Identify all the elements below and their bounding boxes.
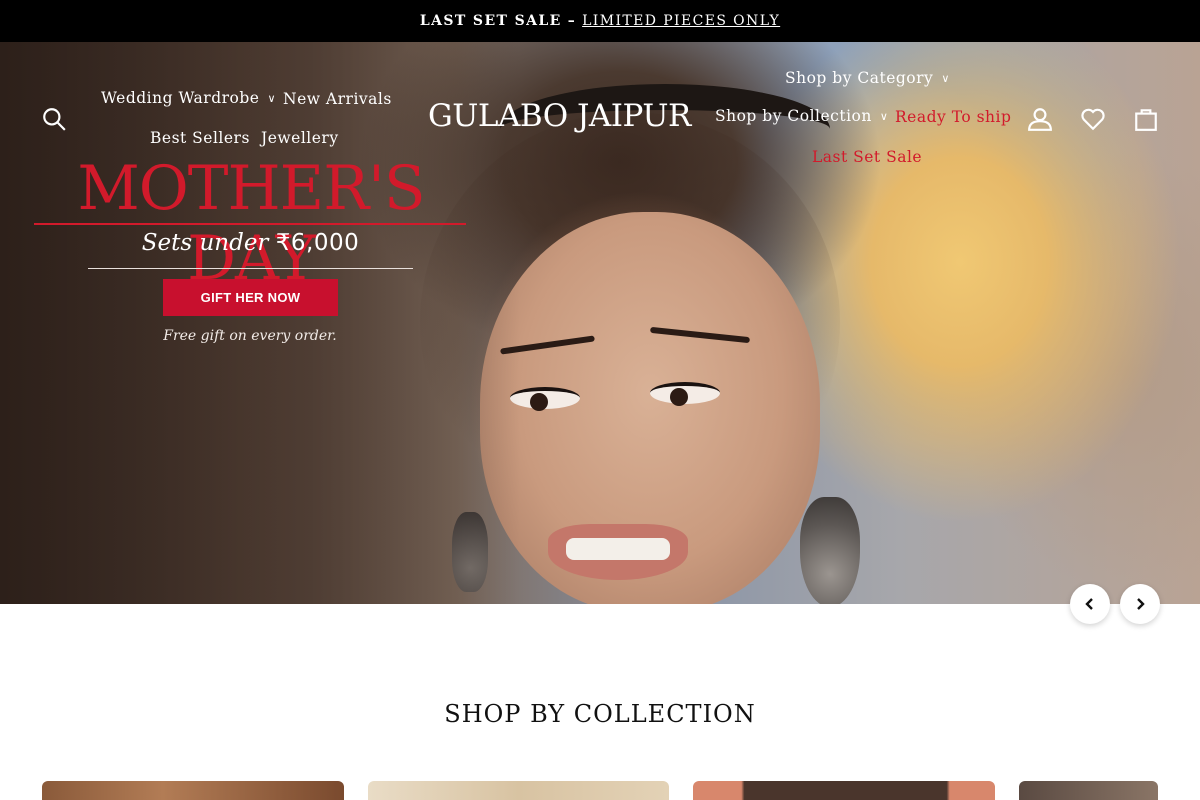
carousel-prev-button[interactable] [1070, 584, 1110, 624]
hero-subtitle-underline [88, 268, 413, 269]
collection-card[interactable] [368, 781, 669, 800]
nav-label: Jewellery [261, 129, 339, 147]
collection-card[interactable] [693, 781, 995, 800]
hero-title-underline [34, 223, 466, 225]
nav-shop-by-collection[interactable]: Shop by Collection ∨ [715, 107, 888, 125]
cart-bag-icon[interactable] [1131, 104, 1161, 134]
hero-eye [650, 382, 720, 406]
nav-label: Ready To ship [895, 108, 1012, 126]
nav-best-sellers[interactable]: Best Sellers [150, 129, 250, 147]
nav-label: Best Sellers [150, 129, 250, 147]
nav-shop-by-category[interactable]: Shop by Category ∨ [785, 69, 950, 87]
nav-label: Shop by Collection [715, 107, 872, 125]
nav-new-arrivals[interactable]: New Arrivals [283, 90, 392, 108]
nav-ready-to-ship[interactable]: Ready To ship [895, 108, 1011, 126]
account-icon[interactable] [1025, 104, 1055, 134]
nav-wedding-wardrobe[interactable]: Wedding Wardrobe ∨ [101, 89, 276, 107]
nav-last-set-sale[interactable]: Last Set Sale [812, 148, 922, 166]
nav-label: Shop by Category [785, 69, 934, 87]
collection-card[interactable] [1019, 781, 1158, 800]
announcement-bar: LAST SET SALE – LIMITED PIECES ONLY [0, 0, 1200, 42]
chevron-down-icon: ∨ [879, 110, 889, 123]
collection-card[interactable] [42, 781, 344, 800]
chevron-right-icon [1137, 598, 1145, 610]
search-icon[interactable] [39, 104, 69, 134]
nav-label: New Arrivals [283, 90, 392, 108]
announcement-lead: LAST SET SALE [419, 13, 562, 29]
hero-subtitle-text: Sets under [141, 230, 269, 256]
chevron-left-icon [1085, 598, 1093, 610]
wishlist-heart-icon[interactable] [1078, 104, 1108, 134]
hero-teeth [566, 538, 670, 560]
nav-label: Last Set Sale [812, 148, 923, 166]
section-title: SHOP BY COLLECTION [444, 700, 756, 728]
hero-subtitle-price: ₹6,000 [275, 230, 360, 256]
announcement-link[interactable]: LIMITED PIECES ONLY [582, 13, 780, 29]
hero-subtitle: Sets under ₹6,000 [88, 230, 413, 256]
nav-label: Wedding Wardrobe [101, 89, 260, 107]
chevron-down-icon: ∨ [267, 92, 277, 105]
chevron-down-icon: ∨ [941, 72, 950, 85]
site-logo[interactable]: GULABO JAIPUR [428, 98, 691, 134]
hero-eye [510, 387, 580, 411]
hero-earring [800, 497, 860, 604]
nav-jewellery[interactable]: Jewellery [261, 129, 339, 147]
gift-her-now-button[interactable]: GIFT HER NOW [163, 279, 338, 316]
carousel-next-button[interactable] [1120, 584, 1160, 624]
announcement-separator: – [567, 13, 577, 29]
hero-note: Free gift on every order. [163, 328, 337, 344]
